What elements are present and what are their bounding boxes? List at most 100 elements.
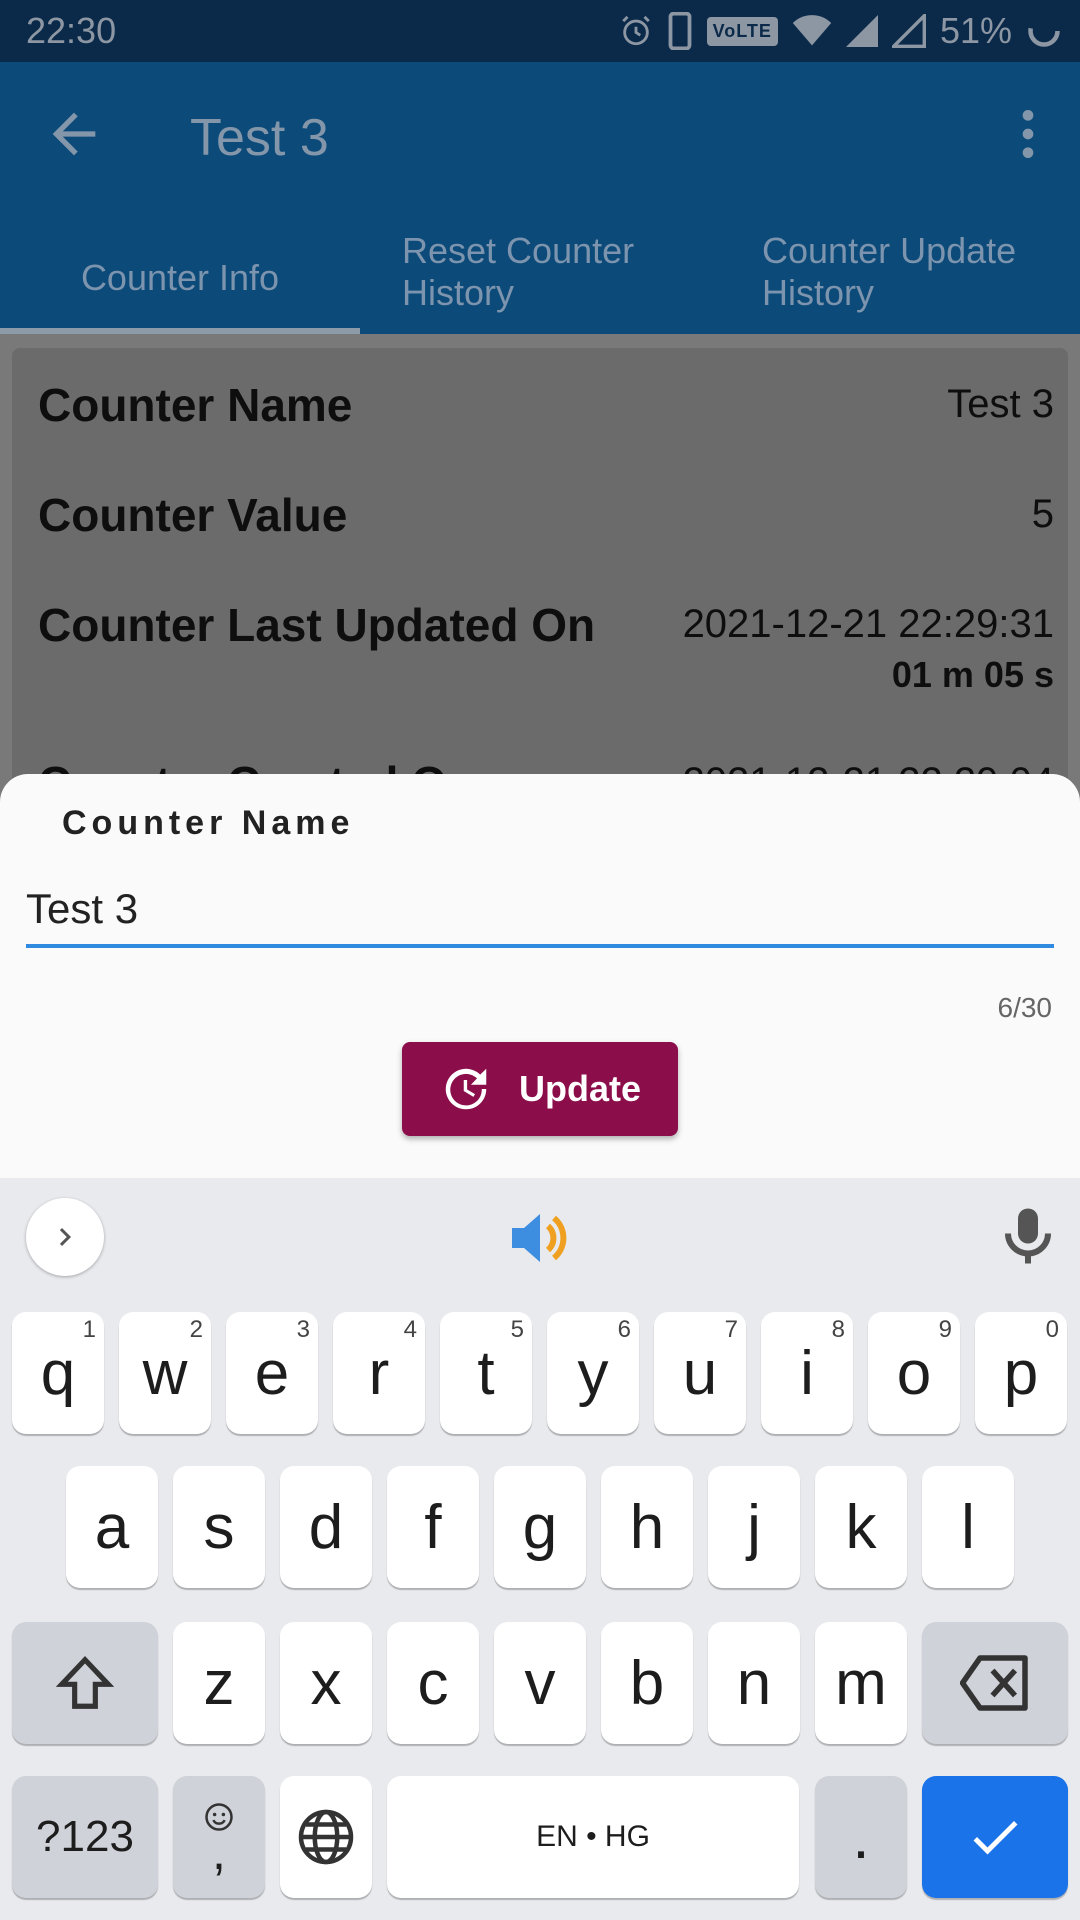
back-button[interactable] xyxy=(42,102,106,166)
key-char: c xyxy=(417,1648,449,1718)
tab-reset-counter-history[interactable]: Reset Counter History xyxy=(402,222,682,334)
key-n[interactable]: n xyxy=(708,1622,800,1744)
key-l[interactable]: l xyxy=(922,1466,1014,1588)
mic-icon xyxy=(1005,1208,1051,1264)
key-hint: 5 xyxy=(510,1316,524,1343)
shift-icon xyxy=(55,1655,115,1709)
speaker-button[interactable] xyxy=(508,1208,572,1268)
key-x[interactable]: x xyxy=(280,1622,372,1744)
app-bar: Test 3 Counter Info Reset Counter Histor… xyxy=(0,62,1080,334)
info-label: Counter Value xyxy=(38,489,348,541)
key-char: d xyxy=(308,1492,344,1562)
enter-key[interactable] xyxy=(922,1776,1068,1898)
key-char: o xyxy=(896,1338,932,1408)
signal-empty-icon xyxy=(891,14,926,48)
key-m[interactable]: m xyxy=(815,1622,907,1744)
tab-bar: Counter Info Reset Counter History Count… xyxy=(0,222,1080,334)
backspace-icon xyxy=(960,1655,1028,1711)
key-char: r xyxy=(368,1338,390,1408)
more-options-button[interactable] xyxy=(996,102,1060,166)
tab-label-line1: Reset Counter xyxy=(402,230,635,271)
key-u[interactable]: u7 xyxy=(654,1312,746,1434)
key-i[interactable]: i8 xyxy=(761,1312,853,1434)
key-v[interactable]: v xyxy=(494,1622,586,1744)
key-z[interactable]: z xyxy=(173,1622,265,1744)
tab-label-line2: History xyxy=(402,272,515,313)
key-w[interactable]: w2 xyxy=(119,1312,211,1434)
key-char: q xyxy=(40,1338,76,1408)
key-y[interactable]: y6 xyxy=(547,1312,639,1434)
key-h[interactable]: h xyxy=(601,1466,693,1588)
key-char: , xyxy=(212,1824,226,1880)
history-update-icon xyxy=(445,1068,487,1110)
key-char: h xyxy=(629,1492,665,1562)
wifi-icon xyxy=(792,15,832,46)
battery-icon xyxy=(1028,15,1060,47)
info-value: 5 xyxy=(1031,492,1054,536)
key-hint: 4 xyxy=(403,1316,417,1343)
elapsed-time: 01 m 05 s xyxy=(891,654,1054,695)
key-a[interactable]: a xyxy=(66,1466,158,1588)
key-e[interactable]: e3 xyxy=(226,1312,318,1434)
backspace-key[interactable] xyxy=(922,1622,1068,1744)
status-bar: 22:30 VoLTE 51% xyxy=(0,0,1080,62)
tab-label-line1: Counter Update xyxy=(762,230,1017,271)
counter-info-card: Counter Name Test 3 Counter Value 5 Coun… xyxy=(12,348,1068,814)
key-char: f xyxy=(424,1492,442,1562)
tab-counter-info[interactable]: Counter Info xyxy=(0,222,360,334)
tab-label-line2: History xyxy=(762,272,875,313)
key-r[interactable]: r4 xyxy=(333,1312,425,1434)
tab-label: Counter Info xyxy=(80,257,280,298)
keyboard-toolbar xyxy=(0,1178,1080,1296)
volte-icon: VoLTE xyxy=(706,16,778,46)
keyboard-expand-button[interactable] xyxy=(26,1198,104,1276)
more-vert-icon xyxy=(1022,110,1034,158)
period-key[interactable]: . xyxy=(815,1776,907,1898)
key-hint: 0 xyxy=(1045,1316,1059,1343)
char-counter: 6/30 xyxy=(997,992,1053,1023)
key-char: i xyxy=(800,1338,814,1408)
counter-name-input[interactable] xyxy=(26,874,1054,948)
soft-keyboard: q1 w2 e3 r4 t5 y6 u7 i8 o9 p0 a s d f g … xyxy=(0,1178,1080,1920)
voice-input-button[interactable] xyxy=(1002,1206,1054,1266)
key-s[interactable]: s xyxy=(173,1466,265,1588)
key-char: w xyxy=(142,1338,188,1408)
key-char: l xyxy=(961,1492,975,1562)
key-j[interactable]: j xyxy=(708,1466,800,1588)
key-t[interactable]: t5 xyxy=(440,1312,532,1434)
field-label: Counter Name xyxy=(62,804,355,842)
key-char: y xyxy=(577,1338,609,1408)
key-f[interactable]: f xyxy=(387,1466,479,1588)
key-o[interactable]: o9 xyxy=(868,1312,960,1434)
shift-key[interactable] xyxy=(12,1622,158,1744)
key-char: EN • HG xyxy=(536,1820,650,1853)
page-title: Test 3 xyxy=(190,109,329,167)
key-char: x xyxy=(310,1648,342,1718)
key-char: e xyxy=(254,1338,290,1408)
key-char: m xyxy=(835,1648,887,1718)
key-hint: 7 xyxy=(724,1316,738,1343)
key-char: t xyxy=(477,1338,495,1408)
symbols-key[interactable]: ?123 xyxy=(12,1776,158,1898)
arrow-back-icon xyxy=(52,112,96,156)
key-c[interactable]: c xyxy=(387,1622,479,1744)
key-g[interactable]: g xyxy=(494,1466,586,1588)
emoji-comma-key[interactable]: , xyxy=(173,1776,265,1898)
key-k[interactable]: k xyxy=(815,1466,907,1588)
info-value: Test 3 xyxy=(947,382,1054,426)
key-char: g xyxy=(522,1492,558,1562)
language-key[interactable] xyxy=(280,1776,372,1898)
key-char: a xyxy=(94,1492,130,1562)
key-q[interactable]: q1 xyxy=(12,1312,104,1434)
update-button[interactable]: Update xyxy=(402,1042,678,1136)
key-b[interactable]: b xyxy=(601,1622,693,1744)
key-char: ?123 xyxy=(36,1812,134,1861)
key-d[interactable]: d xyxy=(280,1466,372,1588)
key-hint: 6 xyxy=(617,1316,631,1343)
key-char: b xyxy=(629,1648,665,1718)
battery-percent: 51% xyxy=(939,10,1012,51)
key-char: j xyxy=(747,1492,761,1562)
tab-counter-update-history[interactable]: Counter Update History xyxy=(762,222,1062,334)
key-p[interactable]: p0 xyxy=(975,1312,1067,1434)
space-key[interactable]: EN • HG xyxy=(387,1776,799,1898)
